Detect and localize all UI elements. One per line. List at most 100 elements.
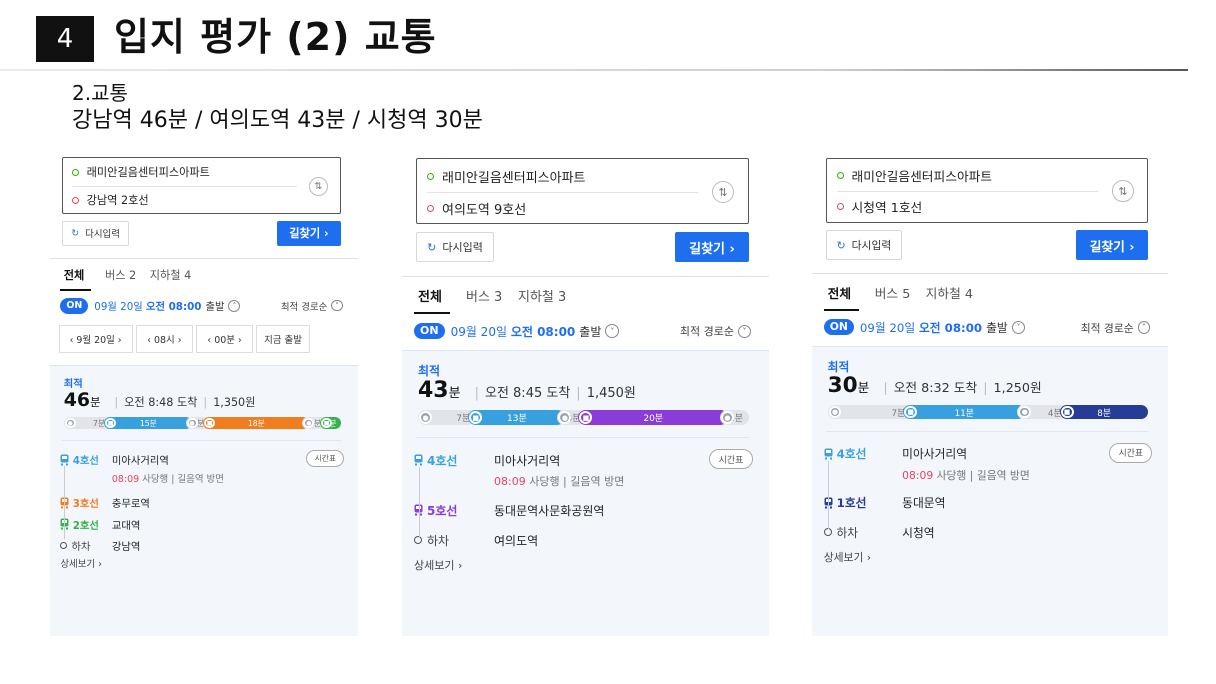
- departure-clock: 오전 08:00: [146, 301, 202, 314]
- station-name: 교대역: [111, 519, 141, 532]
- train-departure: 08:09: [111, 473, 140, 485]
- time-picker[interactable]: ‹ 9월 20일 ›: [58, 325, 133, 353]
- subway-line-label: 3호선: [60, 495, 99, 510]
- tabs-divider: [50, 258, 358, 260]
- time-picker[interactable]: ‹ 00분 ›: [196, 325, 253, 353]
- destination-field[interactable]: 시청역 1호선: [827, 196, 1148, 218]
- timetable-button[interactable]: 시간표: [1109, 443, 1153, 463]
- route-summary: 46 분 | 오전 8:48 도착 | 1,350원: [64, 389, 256, 411]
- station-name: 충무로역: [111, 498, 150, 511]
- tab-all[interactable]: 전체: [64, 267, 85, 283]
- active-tab-indicator: [60, 289, 92, 292]
- find-route-button[interactable]: 길찾기 ›: [1075, 230, 1149, 260]
- total-minutes: 30: [827, 373, 858, 399]
- reset-button[interactable]: ↻ 다시입력: [62, 220, 130, 247]
- walk-icon: ●: [828, 405, 842, 419]
- active-tab-indicator: [414, 312, 450, 314]
- destination-dot-icon: [71, 196, 79, 204]
- swap-icon[interactable]: ⇅: [712, 181, 734, 203]
- line-name: 4호선: [72, 455, 99, 468]
- refresh-icon: ↻: [71, 227, 80, 239]
- line-name: 4호선: [836, 447, 867, 462]
- reset-button[interactable]: ↻ 다시입력: [825, 230, 903, 260]
- tab-bus[interactable]: 버스 5: [875, 283, 911, 302]
- details-link[interactable]: 상세보기 ›: [824, 549, 871, 565]
- train-departure: 08:09: [902, 468, 934, 482]
- tabs-divider: [812, 273, 1168, 275]
- reset-button[interactable]: ↻ 다시입력: [416, 232, 494, 262]
- separator: |: [883, 381, 888, 397]
- fare: 1,250원: [993, 381, 1042, 397]
- sort-dropdown[interactable]: 최적 경로순 ˅: [281, 299, 343, 313]
- chevron-down-icon[interactable]: ˄: [228, 299, 241, 312]
- sort-dropdown[interactable]: 최적 경로순 ˅: [680, 323, 751, 339]
- route-search-box: 래미안길음센터피스아파트여의도역 9호선 ⇅: [416, 158, 749, 224]
- timetable-button[interactable]: 시간표: [709, 449, 753, 469]
- route-search-box: 래미안길음센터피스아파트강남역 2호선 ⇅: [62, 156, 341, 214]
- chevron-down-icon[interactable]: ˅: [1011, 320, 1026, 335]
- origin-dot-icon: [427, 172, 434, 180]
- swap-icon[interactable]: ⇅: [308, 176, 328, 196]
- segment-duration: 15분: [139, 418, 157, 428]
- details-link[interactable]: 상세보기 ›: [60, 556, 102, 570]
- time-picker[interactable]: 지금 출발: [256, 325, 310, 353]
- time-picker[interactable]: ‹ 08시 ›: [136, 325, 193, 353]
- origin-field[interactable]: 래미안길음센터피스아파트: [417, 165, 748, 187]
- subway-line-label: 5호선: [414, 502, 457, 519]
- tab-all[interactable]: 전체: [418, 286, 442, 305]
- swap-icon[interactable]: ⇅: [1112, 180, 1134, 202]
- subway-icon: ■: [904, 405, 918, 419]
- separator: |: [474, 386, 479, 401]
- details-link[interactable]: 상세보기 ›: [414, 557, 462, 573]
- on-badge: ON: [823, 319, 854, 336]
- tab-bus[interactable]: 버스 3: [466, 286, 502, 305]
- route-step: 하차 시청역: [812, 523, 1168, 541]
- origin-text: 래미안길음센터피스아파트: [442, 170, 586, 186]
- destination-dot-icon: [836, 203, 844, 211]
- route-timeline-bar: 7분 ● 13분 ■ 3분 ● 20분 ■ 1분 ●: [418, 410, 749, 425]
- chevron-down-icon: ˅: [1137, 321, 1151, 334]
- train-info: 08:09 사당행 | 길음역 방면: [494, 473, 624, 489]
- walk-icon: ●: [64, 417, 76, 429]
- sort-dropdown[interactable]: 최적 경로순 ˅: [1081, 320, 1151, 336]
- minutes-unit: 분: [90, 396, 101, 410]
- walk-icon: ●: [419, 411, 432, 424]
- origin-text: 래미안길음센터피스아파트: [86, 166, 210, 180]
- chevron-down-icon[interactable]: ˅: [605, 324, 620, 338]
- route-timeline-bar: 7분●15분■1분●18분■2분●2분■: [63, 416, 341, 430]
- find-route-button[interactable]: 길찾기 ›: [277, 220, 341, 247]
- destination-text: 강남역 2호선: [86, 194, 149, 207]
- route-connector-line: [64, 465, 66, 539]
- route-panel: 래미안길음센터피스아파트시청역 1호선 ⇅ ↻ 다시입력 길찾기 › 전체 버스 5 지하철 …: [812, 150, 1168, 636]
- station-name: 미아사거리역: [902, 447, 968, 462]
- reset-label: 다시입력: [851, 239, 892, 253]
- train-direction: 사당행 | 길음역 방면: [933, 468, 1030, 482]
- destination-field[interactable]: 강남역 2호선: [63, 191, 340, 210]
- origin-field[interactable]: 래미안길음센터피스아파트: [827, 165, 1148, 187]
- transit-segment: 11분 ■: [903, 404, 1026, 420]
- tab-subway[interactable]: 지하철 3: [518, 286, 566, 305]
- tab-subway[interactable]: 지하철 4: [926, 283, 973, 302]
- refresh-icon: ↻: [836, 238, 846, 252]
- route-step: 하차 여의도역: [402, 531, 769, 549]
- transit-segment: 2분■: [320, 416, 341, 430]
- find-route-button[interactable]: 길찾기 ›: [675, 232, 749, 262]
- destination-field[interactable]: 여의도역 9호선: [417, 197, 748, 219]
- segment-duration: 18분: [247, 418, 265, 428]
- departure-clock: 오전 08:00: [510, 324, 576, 339]
- origin-text: 래미안길음센터피스아파트: [851, 169, 993, 185]
- destination-text: 시청역 1호선: [851, 201, 923, 217]
- fare: 1,450원: [586, 386, 636, 401]
- walk-segment: 7분 ●: [827, 404, 912, 420]
- walk-icon: ●: [720, 411, 734, 424]
- alight-text: 하차: [836, 525, 859, 540]
- chevron-down-icon: ˅: [331, 300, 343, 312]
- timetable-button[interactable]: 시간표: [306, 450, 345, 468]
- tab-all[interactable]: 전체: [828, 283, 851, 302]
- line-name: 3호선: [72, 498, 99, 511]
- origin-field[interactable]: 래미안길음센터피스아파트: [63, 163, 340, 182]
- tab-subway[interactable]: 지하철 4: [150, 267, 192, 283]
- tab-bus[interactable]: 버스 2: [105, 267, 136, 283]
- route-step: 3호선 충무로역: [50, 495, 358, 510]
- subway-line-label: 2호선: [60, 517, 99, 532]
